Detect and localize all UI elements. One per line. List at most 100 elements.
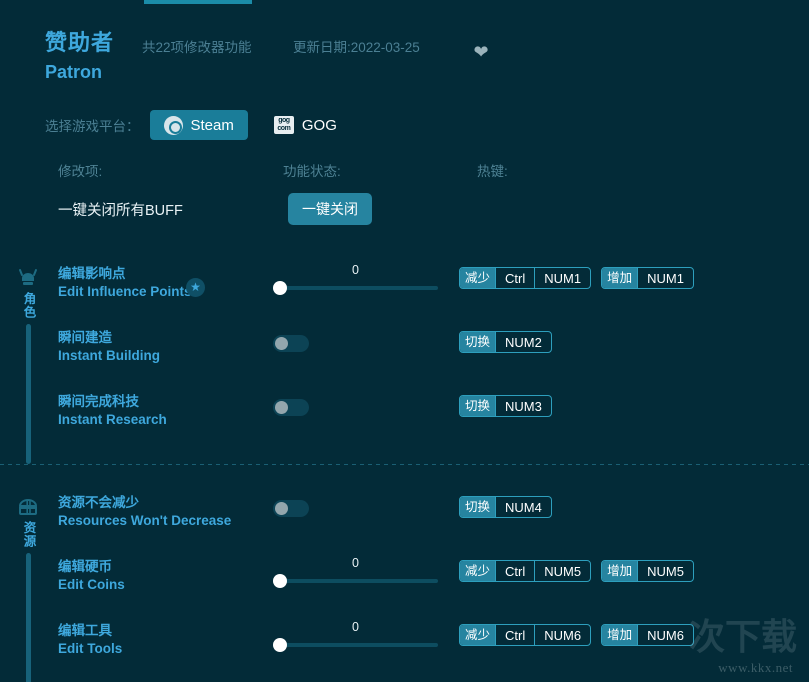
hotkey-key: NUM3 [495,396,551,416]
category-rail-角色: 角色 [14,267,42,464]
option-row: 资源不会减少 Resources Won't Decrease 切换 NUM4 [0,494,809,552]
toggle-switch[interactable] [273,335,309,352]
hotkey-binding[interactable]: 切换 NUM3 [459,395,552,417]
hotkey-action-label: 切换 [460,497,496,517]
global-disable-button[interactable]: 一键关闭 [288,193,372,225]
category-accent-bar [25,553,31,682]
platform-button-steam-label: Steam [190,116,234,134]
steam-icon [163,115,183,135]
gog-icon: gog com [273,116,294,134]
option-row: 瞬间完成科技 Instant Research 切换 NUM3 [0,393,809,451]
hotkey-key: NUM5 [637,561,693,581]
hotkey-group-list: 减少 Ctrl NUM6 增加 NUM6 [459,624,704,646]
toggle-knob [275,401,288,414]
option-label-en: Instant Research [58,412,167,427]
option-labels: 编辑影响点 Edit Influence Points [58,265,192,301]
platform-label: 选择游戏平台： [45,119,140,134]
hotkey-binding[interactable]: 减少 Ctrl NUM6 [459,624,592,646]
hotkey-action-label: 增加 [602,625,638,645]
hotkey-group-list: 减少 Ctrl NUM1 增加 NUM1 [459,267,704,289]
hotkey-action-label: 切换 [460,396,496,416]
hotkey-binding[interactable]: 增加 NUM5 [601,560,694,582]
global-disable-row: 一键关闭所有BUFF 一键关闭 [0,193,809,243]
slider-track[interactable] [273,643,438,647]
hotkey-key: NUM2 [495,332,551,352]
hotkey-key: NUM5 [534,561,590,581]
hotkey-binding[interactable]: 切换 NUM4 [459,496,552,518]
toggle-switch[interactable] [273,399,309,416]
hotkey-group-list: 减少 Ctrl NUM5 增加 NUM5 [459,560,704,582]
option-labels: 编辑硬币 Edit Coins [58,558,125,594]
hotkey-action-label: 增加 [602,561,638,581]
category-accent-bar [25,324,31,464]
hotkey-key: NUM1 [637,268,693,288]
option-label-en: Edit Tools [58,641,123,656]
slider-knob[interactable] [273,574,287,588]
page-title-en: Patron [45,62,103,82]
option-row: 编辑影响点 Edit Influence Points ★ 0 减少 Ctrl NUM1 增加… [0,263,809,323]
option-label-cn: 资源不会减少 [58,495,139,510]
category-rail-资源: 资源 [14,496,42,682]
category-label: 资源 [21,521,36,548]
hotkey-key: NUM4 [495,497,551,517]
option-label-cn: 编辑工具 [58,623,112,638]
platform-button-gog[interactable]: gog com GOG [260,110,351,140]
platform-selector: 选择游戏平台： Steam gog com GOG [45,110,363,140]
hotkey-group-list: 切换 NUM4 [459,496,562,518]
active-tab-indicator [144,0,252,4]
option-labels: 编辑工具 Edit Tools [58,622,122,658]
option-label-cn: 瞬间建造 [58,330,112,345]
platform-button-steam[interactable]: Steam [149,110,248,140]
slider-knob[interactable] [273,281,287,295]
option-label-en: Edit Influence Points [58,284,192,299]
hotkey-binding[interactable]: 增加 NUM6 [601,624,694,646]
slider-value-label: 0 [352,620,359,634]
hotkey-action-label: 减少 [460,268,496,288]
hotkey-action-label: 减少 [460,625,496,645]
section-divider [0,464,809,465]
hotkey-binding[interactable]: 减少 Ctrl NUM5 [459,560,592,582]
hotkey-action-label: 切换 [460,332,496,352]
slider-track[interactable] [273,579,438,583]
hotkey-key: NUM1 [534,268,590,288]
toggle-knob [275,337,288,350]
slider-knob[interactable] [273,638,287,652]
column-header-status: 功能状态: [283,164,341,179]
option-row: 编辑工具 Edit Tools 0 减少 Ctrl NUM6 增加 NUM6 [0,620,809,680]
heart-icon[interactable]: ❤ [472,43,490,61]
option-row: 瞬间建造 Instant Building 切换 NUM2 [0,329,809,387]
hotkey-binding[interactable]: 增加 NUM1 [601,267,694,289]
hotkey-key: NUM6 [534,625,590,645]
chest-icon [16,496,40,518]
hotkey-key: Ctrl [495,561,534,581]
option-row: 编辑硬币 Edit Coins 0 减少 Ctrl NUM5 增加 NUM5 [0,556,809,616]
global-disable-label: 一键关闭所有BUFF [58,203,183,219]
toggle-knob [275,502,288,515]
category-label: 角色 [21,292,36,319]
modifier-app-window: 赞助者 Patron 共22项修改器功能 更新日期:2022-03-25 ❤ 选… [0,0,809,682]
slider-value-label: 0 [352,263,359,277]
option-label-cn: 编辑影响点 [58,266,126,281]
column-header-option: 修改项: [58,164,103,179]
option-label-en: Instant Building [58,348,160,363]
hotkey-key: Ctrl [495,268,534,288]
hotkey-binding[interactable]: 切换 NUM2 [459,331,552,353]
hotkey-action-label: 增加 [602,268,638,288]
helmet-icon [16,267,40,289]
feature-count-label: 共22项修改器功能 [142,40,252,55]
platform-button-gog-label: GOG [301,116,337,134]
hotkey-key: NUM6 [637,625,693,645]
update-date-label: 更新日期:2022-03-25 [293,40,420,55]
option-label-cn: 编辑硬币 [58,559,112,574]
option-labels: 瞬间建造 Instant Building [58,329,160,365]
column-header-hotkey: 热键: [477,164,508,179]
hotkey-group-list: 切换 NUM2 [459,331,562,353]
toggle-switch[interactable] [273,500,309,517]
hotkey-group-list: 切换 NUM3 [459,395,562,417]
slider-track[interactable] [273,286,438,290]
option-label-en: Edit Coins [58,577,125,592]
hotkey-key: Ctrl [495,625,534,645]
hotkey-action-label: 减少 [460,561,496,581]
option-label-cn: 瞬间完成科技 [58,394,139,409]
hotkey-binding[interactable]: 减少 Ctrl NUM1 [459,267,592,289]
